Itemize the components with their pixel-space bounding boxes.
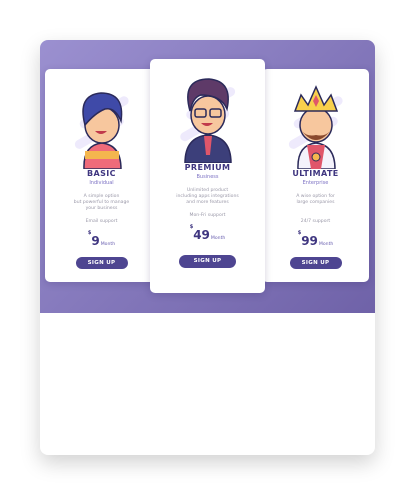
plan-name: ULTIMATE [292, 169, 339, 178]
plan-card-basic: BASIC Individual A simple option but pow… [45, 69, 158, 282]
plan-card-premium: PREMIUM Business Unlimited product inclu… [150, 59, 265, 293]
plan-name: PREMIUM [184, 163, 231, 172]
plan-tier: Enterprise [302, 180, 329, 186]
plan-description: A wise option for large companies [262, 194, 369, 206]
plan-price: $49Month [150, 224, 265, 243]
plan-description: Unlimited product including apps integra… [150, 188, 265, 206]
plan-feature: Email support [85, 219, 118, 224]
king-avatar-icon [288, 85, 343, 169]
price-amount: 9 [91, 234, 100, 248]
price-period: Month [318, 242, 334, 247]
price-amount: 99 [301, 234, 318, 248]
pricing-window: BASIC Individual A simple option but pow… [40, 40, 375, 455]
plan-price: $99Month [262, 230, 369, 249]
plan-name: BASIC [87, 169, 116, 178]
sign-up-button-ultimate[interactable]: SIGN UP [289, 257, 342, 269]
plan-price: $9Month [45, 230, 158, 249]
boy-avatar-icon [74, 92, 129, 169]
businessman-avatar-icon [179, 78, 235, 163]
pricing-header-background: BASIC Individual A simple option but pow… [40, 40, 375, 313]
plan-tier: Business [196, 174, 219, 180]
sign-up-button-premium[interactable]: SIGN UP [179, 255, 236, 268]
plan-feature: 24/7 support [300, 219, 331, 224]
sign-up-button-basic[interactable]: SIGN UP [75, 257, 128, 269]
price-period: Month [210, 236, 226, 241]
plan-tier: Individual [89, 180, 114, 186]
description-line: large companies [296, 200, 335, 205]
plan-feature: Mon-Fri support [189, 213, 226, 218]
price-amount: 49 [193, 228, 210, 242]
price-period: Month [100, 242, 116, 247]
plan-card-ultimate: ULTIMATE Enterprise A wise option for la… [262, 69, 369, 282]
plan-description: A simple option but powerful to manage y… [45, 194, 158, 212]
description-line: and more features [186, 200, 229, 205]
description-line: your business [85, 206, 118, 211]
